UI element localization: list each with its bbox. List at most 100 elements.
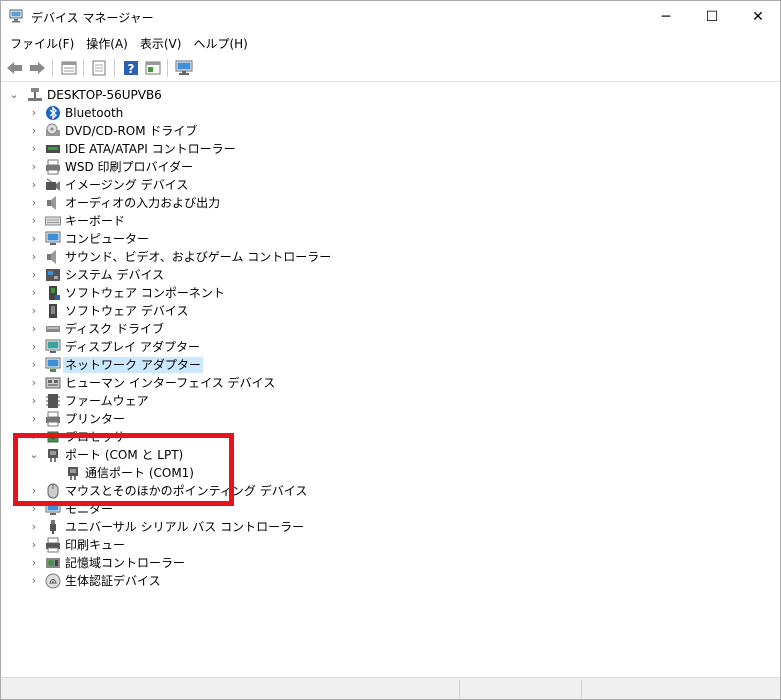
port-icon: [68, 467, 78, 480]
tree-item-label: キーボード: [65, 214, 126, 228]
menu-action[interactable]: 操作(A): [80, 32, 134, 54]
help-button[interactable]: ?: [121, 58, 141, 78]
expand-icon[interactable]: ›: [27, 124, 41, 138]
disk-drive-icon: [46, 326, 60, 332]
tree-category[interactable]: › DVD/CD-ROM ドライブ: [1, 122, 780, 140]
root-label: DESKTOP-56UPVB6: [47, 88, 162, 102]
tree-category[interactable]: › ファームウェア: [1, 392, 780, 410]
expand-icon[interactable]: ›: [27, 340, 41, 354]
tree-item-label: ソフトウェア コンポーネント: [65, 286, 225, 300]
tree-item-label: 記憶域コントローラー: [65, 556, 186, 570]
maximize-icon: ☐: [705, 8, 719, 25]
tree-item-label: コンピューター: [65, 232, 150, 246]
biometric-icon: [45, 573, 61, 589]
expand-icon[interactable]: ›: [27, 286, 41, 300]
device-manager-icon: [9, 9, 23, 23]
keyboard-icon: [45, 216, 61, 226]
back-button[interactable]: [5, 58, 25, 78]
tree-category[interactable]: › 印刷キュー: [1, 536, 780, 554]
tree-category[interactable]: › キーボード: [1, 212, 780, 230]
close-button[interactable]: ✕: [735, 1, 781, 32]
expand-icon[interactable]: ›: [27, 106, 41, 120]
tree-category[interactable]: › ネットワーク アダプター: [1, 356, 780, 374]
maximize-button[interactable]: ☐: [689, 1, 735, 32]
tree-category[interactable]: › ソフトウェア コンポーネント: [1, 284, 780, 302]
properties-view-button[interactable]: [59, 58, 79, 78]
expand-icon[interactable]: ›: [27, 574, 41, 588]
tree-category[interactable]: › 生体認証デバイス: [1, 572, 780, 590]
expand-icon[interactable]: ›: [27, 376, 41, 390]
expand-icon[interactable]: ›: [27, 556, 41, 570]
svg-text:?: ?: [128, 62, 135, 76]
hid-icon: [45, 377, 61, 389]
expand-icon[interactable]: ›: [27, 250, 41, 264]
tree-category[interactable]: › イメージング デバイス: [1, 176, 780, 194]
tree-category[interactable]: › オーディオの入力および出力: [1, 194, 780, 212]
expand-icon[interactable]: ›: [27, 178, 41, 192]
tree-category[interactable]: › プリンター: [1, 410, 780, 428]
expand-icon[interactable]: ›: [27, 430, 41, 444]
tree-category[interactable]: › サウンド、ビデオ、およびゲーム コントローラー: [1, 248, 780, 266]
expand-icon[interactable]: ›: [27, 214, 41, 228]
collapse-icon[interactable]: ⌄: [27, 448, 41, 462]
expand-icon[interactable]: ›: [27, 394, 41, 408]
tree-category[interactable]: › モニター: [1, 500, 780, 518]
scan-hardware-button[interactable]: [174, 58, 194, 78]
usb-icon: [50, 520, 56, 534]
expand-icon[interactable]: ›: [27, 502, 41, 516]
tree-category[interactable]: › WSD 印刷プロバイダー: [1, 158, 780, 176]
tree-category[interactable]: › ヒューマン インターフェイス デバイス: [1, 374, 780, 392]
tree-category[interactable]: › コンピューター: [1, 230, 780, 248]
computer-root-icon: [28, 88, 42, 101]
collapse-icon[interactable]: ⌄: [7, 88, 21, 102]
expand-icon[interactable]: ›: [27, 196, 41, 210]
menu-view[interactable]: 表示(V): [134, 32, 188, 54]
tree-category[interactable]: › Bluetooth: [1, 104, 780, 122]
expand-icon[interactable]: ›: [27, 232, 41, 246]
tree-category[interactable]: › ディスプレイ アダプター: [1, 338, 780, 356]
tree-category[interactable]: › プロセッサ: [1, 428, 780, 446]
action-button[interactable]: [143, 58, 163, 78]
expand-icon[interactable]: ›: [27, 322, 41, 336]
tree-category[interactable]: › ディスク ドライブ: [1, 320, 780, 338]
expand-icon[interactable]: ›: [27, 520, 41, 534]
expand-icon[interactable]: ›: [27, 484, 41, 498]
minimize-icon: ─: [661, 8, 671, 25]
minimize-button[interactable]: ─: [643, 1, 689, 32]
tree-item-label: ディスク ドライブ: [65, 322, 164, 336]
close-icon: ✕: [752, 8, 764, 25]
expand-icon[interactable]: ›: [27, 304, 41, 318]
toolbar: ?: [1, 54, 780, 82]
tree-category[interactable]: ⌄ ポート (COM と LPT): [1, 446, 780, 464]
storage-controller-icon: [46, 558, 60, 568]
tree-category[interactable]: › ユニバーサル シリアル バス コントローラー: [1, 518, 780, 536]
update-button[interactable]: [89, 58, 109, 78]
expand-icon[interactable]: ›: [27, 358, 41, 372]
expand-icon[interactable]: ›: [27, 538, 41, 552]
tree-item-label: プロセッサ: [65, 430, 126, 444]
title-bar: デバイス マネージャー ─ ☐ ✕: [1, 1, 780, 32]
tree-category[interactable]: › マウスとそのほかのポインティング デバイス: [1, 482, 780, 500]
tree-root[interactable]: ⌄ DESKTOP-56UPVB6: [1, 86, 780, 104]
tree-item-label: 印刷キュー: [65, 538, 126, 552]
tree-item-label: ディスプレイ アダプター: [65, 340, 200, 354]
camera-icon: [46, 178, 60, 191]
expand-icon[interactable]: ›: [27, 268, 41, 282]
expand-icon[interactable]: ›: [27, 160, 41, 174]
tree-category[interactable]: › IDE ATA/ATAPI コントローラー: [1, 140, 780, 158]
tree-item-label: 生体認証デバイス: [65, 574, 161, 588]
tree-item-label: DVD/CD-ROM ドライブ: [65, 124, 198, 138]
menu-help[interactable]: ヘルプ(H): [187, 32, 253, 54]
tree-child-item[interactable]: 通信ポート (COM1): [1, 464, 780, 482]
printer-icon: [46, 411, 60, 427]
forward-button[interactable]: [27, 58, 47, 78]
monitor-icon: [45, 501, 61, 515]
tree-category[interactable]: › ソフトウェア デバイス: [1, 302, 780, 320]
properties-view-icon: [61, 61, 77, 75]
expand-icon[interactable]: ›: [27, 412, 41, 426]
tree-category[interactable]: › システム デバイス: [1, 266, 780, 284]
tree-category[interactable]: › 記憶域コントローラー: [1, 554, 780, 572]
menu-file[interactable]: ファイル(F): [4, 32, 80, 54]
tree-item-label: サウンド、ビデオ、およびゲーム コントローラー: [65, 250, 332, 264]
expand-icon[interactable]: ›: [27, 142, 41, 156]
